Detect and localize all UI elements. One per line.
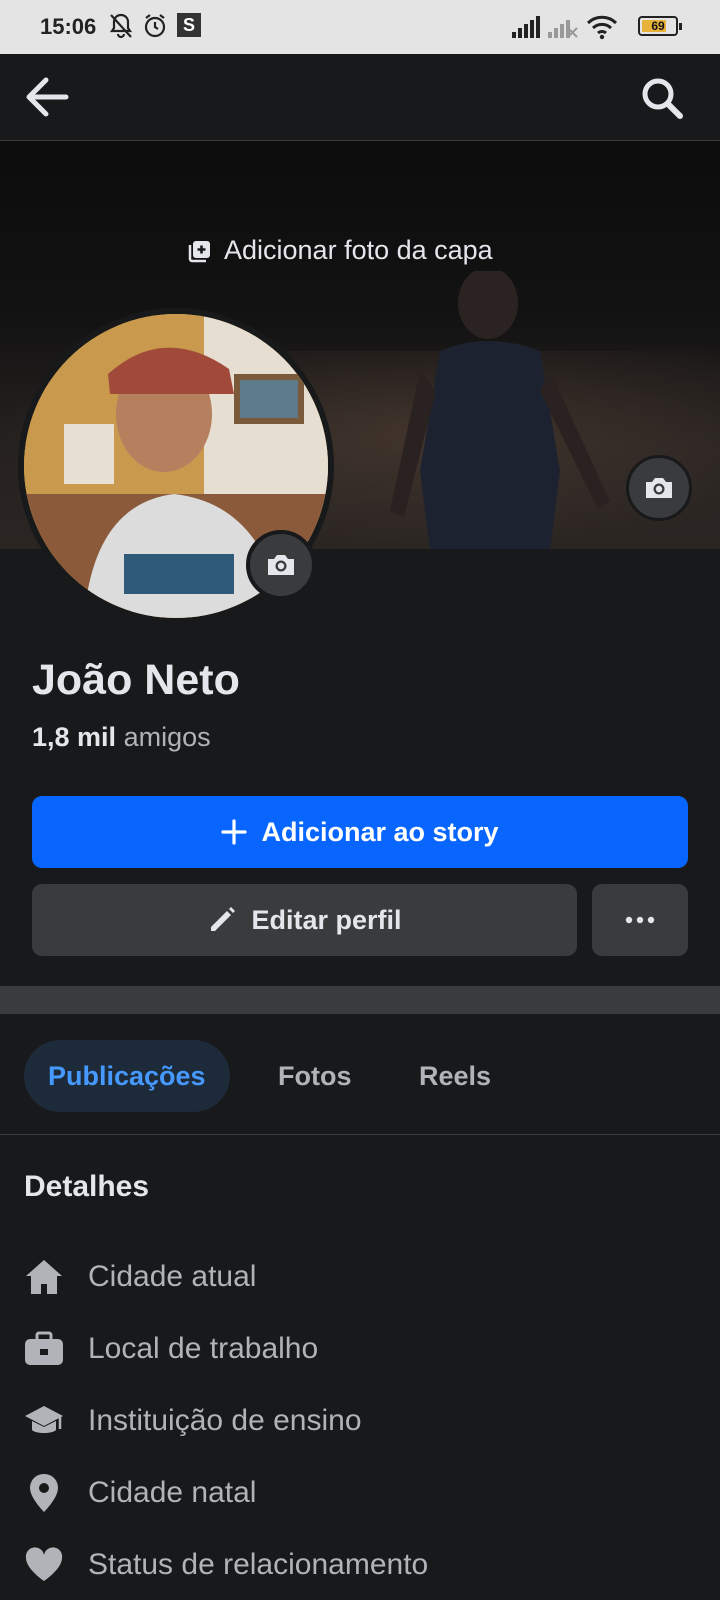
detail-label: Status de relacionamento [88,1548,429,1581]
add-cover-photo-label: Adicionar foto da capa [224,235,493,265]
edit-cover-camera-button[interactable] [626,455,692,521]
more-dots-icon [625,916,655,924]
detail-label: Cidade atual [88,1260,257,1293]
friends-label: amigos [123,722,211,752]
briefcase-icon [25,1331,63,1365]
back-arrow-icon[interactable] [24,76,70,118]
edit-profile-label: Editar perfil [251,904,402,935]
mute-bell-icon [109,13,133,39]
detail-label: Instituição de ensino [88,1404,362,1437]
detail-hometown[interactable]: Cidade natal [24,1465,256,1521]
status-time: 15:06 [40,14,97,39]
signal-icon [512,16,540,38]
section-divider [0,986,720,1014]
battery-indicator: 69 [638,16,682,36]
heart-icon [25,1547,63,1581]
battery-level: 69 [651,19,665,33]
details-heading: Detalhes [24,1170,150,1203]
detail-label: Cidade natal [88,1476,257,1509]
add-cover-photo-button[interactable]: Adicionar foto da capa [188,235,493,266]
detail-relationship-status[interactable]: Status de relacionamento [24,1537,428,1593]
profile-avatar[interactable] [18,308,334,624]
top-app-bar [0,54,720,141]
add-to-story-label: Adicionar ao story [261,816,499,847]
graduation-cap-icon [25,1406,63,1433]
friends-number: 1,8 mil [32,722,117,752]
detail-current-city[interactable]: Cidade atual [24,1249,256,1305]
edit-profile-photo-camera-button[interactable] [246,530,316,600]
profile-tabs: Publicações Fotos Reels [0,1014,720,1135]
alarm-icon [144,14,166,38]
friends-count[interactable]: 1,8 mil amigos [32,722,211,753]
location-pin-icon [30,1474,58,1512]
pencil-icon [211,907,236,931]
plus-icon [221,819,248,845]
tab-publicacoes[interactable]: Publicações [24,1040,230,1112]
camera-icon [646,478,672,498]
tab-fotos[interactable]: Fotos [254,1040,376,1112]
app-notification-badge: S [177,13,201,37]
detail-label: Local de trabalho [88,1332,319,1365]
add-to-story-button[interactable]: Adicionar ao story [32,796,688,868]
edit-profile-button[interactable]: Editar perfil [32,884,577,956]
wifi-icon [586,15,618,40]
more-options-button[interactable] [592,884,688,956]
status-bar: 15:06 S 69 [0,0,720,54]
home-icon [26,1260,62,1294]
camera-icon [268,555,294,575]
signal-no-sim-icon [548,20,578,38]
tab-reels[interactable]: Reels [395,1040,515,1112]
detail-school[interactable]: Instituição de ensino [24,1393,362,1449]
detail-workplace[interactable]: Local de trabalho [24,1321,318,1377]
add-photo-icon [188,240,210,262]
profile-name: João Neto [32,656,240,704]
search-icon[interactable] [640,76,684,120]
cover-person-silhouette [390,271,610,549]
